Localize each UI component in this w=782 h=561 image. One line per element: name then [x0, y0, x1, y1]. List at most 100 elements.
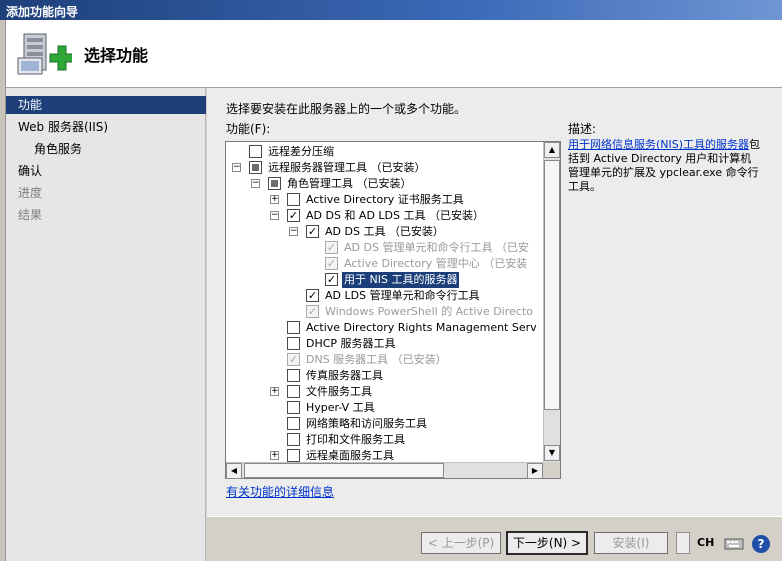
- feature-label: AD DS 和 AD LDS 工具 （已安装）: [306, 209, 485, 222]
- feature-checkbox[interactable]: [287, 193, 300, 206]
- feature-label: Active Directory 证书服务工具: [306, 193, 464, 206]
- keyboard-icon[interactable]: [722, 534, 746, 554]
- tree-row[interactable]: + Active Directory 证书服务工具: [226, 192, 544, 208]
- tree-row[interactable]: ✓ AD LDS 管理单元和命令行工具: [226, 288, 544, 304]
- feature-label: AD LDS 管理单元和命令行工具: [325, 289, 480, 302]
- collapse-icon[interactable]: −: [289, 227, 298, 236]
- window-title: 添加功能向导: [6, 5, 79, 19]
- nav-item-role-services[interactable]: 角色服务: [6, 140, 206, 158]
- tree-row: ✓ DNS 服务器工具 （已安装）: [226, 352, 544, 368]
- tree-row[interactable]: 传真服务器工具: [226, 368, 544, 384]
- tree-vertical-scrollbar[interactable]: ▲ ▼: [543, 142, 560, 462]
- feature-checkbox[interactable]: ✓: [306, 289, 319, 302]
- title-bar: 添加功能向导: [0, 0, 782, 20]
- nav-item-features[interactable]: 功能: [6, 96, 206, 114]
- feature-checkbox: ✓: [325, 241, 338, 254]
- feature-checkbox[interactable]: [287, 337, 300, 350]
- next-button[interactable]: 下一步(N) >: [506, 531, 588, 555]
- features-tree[interactable]: 远程差分压缩 − 远程服务器管理工具 （已安装） − 角色管理工具 （已安装） …: [225, 141, 561, 479]
- feature-label: DHCP 服务器工具: [306, 337, 396, 350]
- scroll-corner: [543, 462, 560, 478]
- feature-label: AD DS 管理单元和命令行工具 （已安: [344, 241, 529, 254]
- scroll-thumb[interactable]: [544, 160, 560, 410]
- feature-label: Active Directory 管理中心 （已安装: [344, 257, 528, 270]
- collapse-icon[interactable]: −: [251, 179, 260, 188]
- feature-label: 用于 NIS 工具的服务器: [342, 272, 460, 288]
- server-add-icon: [17, 33, 72, 75]
- feature-checkbox[interactable]: [268, 177, 281, 190]
- feature-checkbox[interactable]: [287, 449, 300, 462]
- feature-checkbox[interactable]: [249, 161, 262, 174]
- feature-label: 远程差分压缩: [268, 145, 334, 158]
- feature-label: 网络策略和访问服务工具: [306, 417, 427, 430]
- expand-icon[interactable]: +: [270, 451, 279, 460]
- tree-row: ✓ Active Directory 管理中心 （已安装: [226, 256, 544, 272]
- tree-row[interactable]: 远程差分压缩: [226, 144, 544, 160]
- feature-label: 传真服务器工具: [306, 369, 383, 382]
- feature-checkbox[interactable]: [287, 433, 300, 446]
- feature-checkbox[interactable]: [287, 321, 300, 334]
- tree-row: ✓ AD DS 管理单元和命令行工具 （已安: [226, 240, 544, 256]
- feature-label: Windows PowerShell 的 Active Directo: [325, 305, 533, 318]
- tree-row[interactable]: − ✓ AD DS 工具 （已安装）: [226, 224, 544, 240]
- expand-icon[interactable]: +: [270, 195, 279, 204]
- feature-label: 角色管理工具 （已安装）: [287, 177, 412, 190]
- feature-checkbox[interactable]: ✓: [325, 273, 338, 286]
- tree-row[interactable]: − ✓ AD DS 和 AD LDS 工具 （已安装）: [226, 208, 544, 224]
- wizard-header: 选择功能: [6, 20, 782, 88]
- collapse-icon[interactable]: −: [270, 211, 279, 220]
- scroll-left-icon[interactable]: ◀: [226, 463, 242, 479]
- more-info-link[interactable]: 有关功能的详细信息: [226, 483, 334, 500]
- tree-row[interactable]: + 文件服务工具: [226, 384, 544, 400]
- instruction-text: 选择要安装在此服务器上的一个或多个功能。: [226, 102, 467, 116]
- features-label: 功能(F):: [226, 122, 271, 136]
- language-indicator[interactable]: CH: [697, 536, 714, 549]
- tree-row[interactable]: Hyper-V 工具: [226, 400, 544, 416]
- tree-row[interactable]: Active Directory Rights Management Serv: [226, 320, 544, 336]
- feature-checkbox[interactable]: ✓: [306, 225, 319, 238]
- scroll-right-icon[interactable]: ▶: [527, 463, 543, 479]
- tree-row[interactable]: DHCP 服务器工具: [226, 336, 544, 352]
- wizard-nav: 功能 Web 服务器(IIS) 角色服务 确认 进度 结果: [6, 88, 206, 561]
- feature-label: Active Directory Rights Management Serv: [306, 321, 537, 334]
- nav-item-progress: 进度: [18, 186, 43, 200]
- expand-icon[interactable]: +: [270, 387, 279, 396]
- tree-row-selected[interactable]: ✓ 用于 NIS 工具的服务器: [226, 272, 544, 288]
- feature-label: 打印和文件服务工具: [306, 433, 405, 446]
- feature-label: Hyper-V 工具: [306, 401, 375, 414]
- feature-label: DNS 服务器工具 （已安装）: [306, 353, 447, 366]
- tree-row[interactable]: 打印和文件服务工具: [226, 432, 544, 448]
- description-panel: 用于网络信息服务(NIS)工具的服务器包括到 Active Directory …: [568, 138, 762, 194]
- feature-checkbox[interactable]: ✓: [287, 209, 300, 222]
- feature-checkbox[interactable]: [287, 417, 300, 430]
- feature-checkbox[interactable]: [287, 369, 300, 382]
- scroll-up-icon[interactable]: ▲: [544, 142, 560, 158]
- nav-item-results: 结果: [18, 208, 43, 222]
- feature-checkbox: ✓: [306, 305, 319, 318]
- feature-label: 远程服务器管理工具 （已安装）: [268, 161, 426, 174]
- previous-button: < 上一步(P): [421, 532, 501, 554]
- scroll-thumb[interactable]: [244, 463, 444, 478]
- page-title: 选择功能: [84, 46, 149, 65]
- nav-item-confirmation[interactable]: 确认: [6, 162, 206, 180]
- tray-divider: [676, 532, 690, 554]
- tree-row[interactable]: − 远程服务器管理工具 （已安装）: [226, 160, 544, 176]
- feature-checkbox[interactable]: [287, 401, 300, 414]
- description-heading: 描述:: [568, 122, 597, 136]
- tree-horizontal-scrollbar[interactable]: ◀ ▶: [226, 462, 543, 479]
- nav-item-web-server[interactable]: Web 服务器(IIS): [6, 118, 206, 136]
- tree-row: ✓ Windows PowerShell 的 Active Directo: [226, 304, 544, 320]
- collapse-icon[interactable]: −: [232, 163, 241, 172]
- description-link[interactable]: 用于网络信息服务(NIS)工具的服务器: [568, 138, 749, 151]
- feature-label: AD DS 工具 （已安装）: [325, 225, 444, 238]
- tree-row[interactable]: − 角色管理工具 （已安装）: [226, 176, 544, 192]
- feature-label: 文件服务工具: [306, 385, 372, 398]
- feature-checkbox: ✓: [287, 353, 300, 366]
- scroll-down-icon[interactable]: ▼: [544, 445, 560, 461]
- feature-checkbox: ✓: [325, 257, 338, 270]
- help-icon[interactable]: ?: [752, 535, 770, 553]
- install-button: 安装(I): [594, 532, 668, 554]
- feature-checkbox[interactable]: [249, 145, 262, 158]
- feature-checkbox[interactable]: [287, 385, 300, 398]
- tree-row[interactable]: 网络策略和访问服务工具: [226, 416, 544, 432]
